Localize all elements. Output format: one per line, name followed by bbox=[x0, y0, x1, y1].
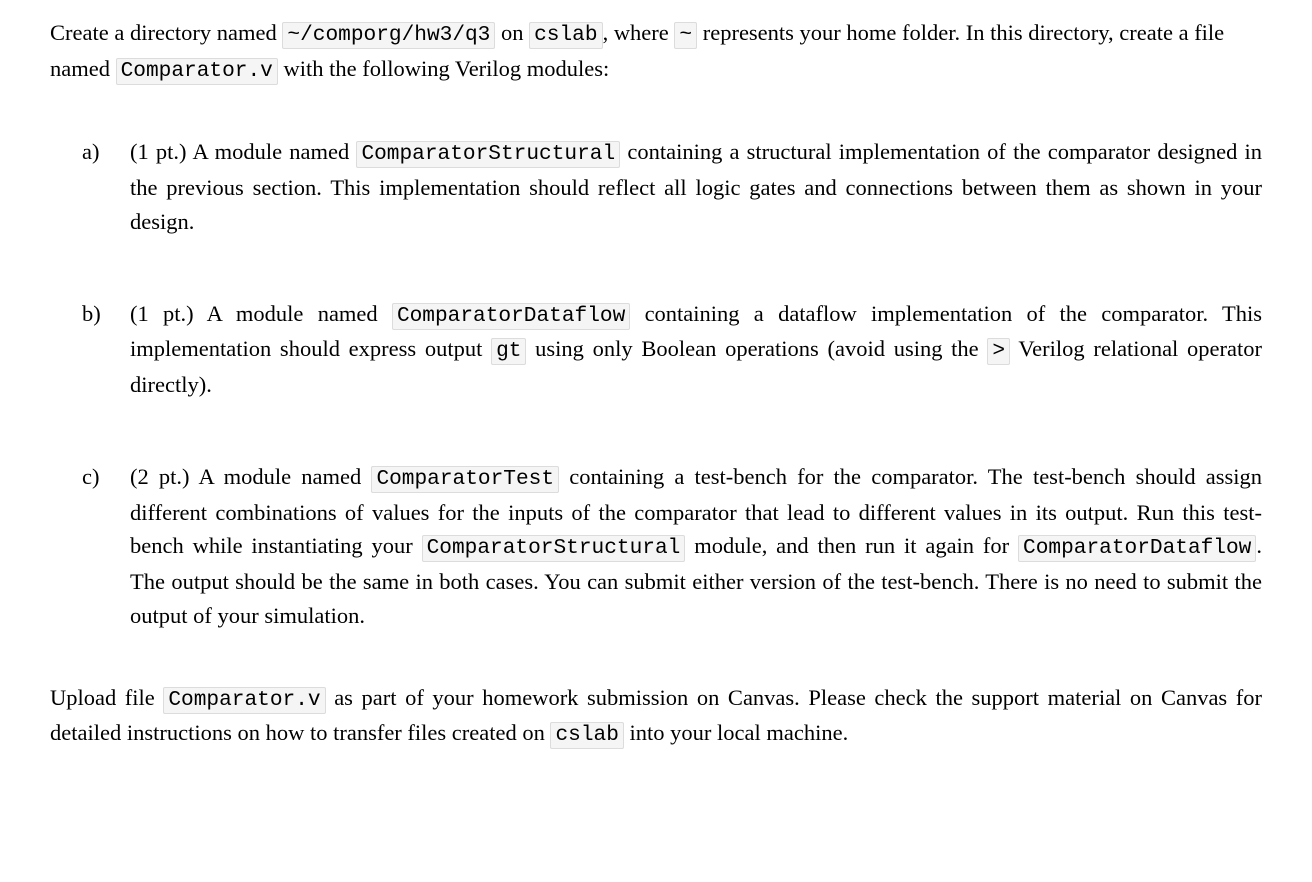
item-c: c) (2 pt.) A module named ComparatorTest… bbox=[130, 460, 1262, 633]
code-module-name: ComparatorDataflow bbox=[392, 303, 630, 330]
question-list: a) (1 pt.) A module named ComparatorStru… bbox=[50, 135, 1262, 632]
code-host: cslab bbox=[529, 22, 602, 49]
text: Create a directory named bbox=[50, 20, 282, 45]
intro-paragraph: Create a directory named ~/comporg/hw3/q… bbox=[50, 16, 1262, 87]
code-module-name: ComparatorStructural bbox=[422, 535, 686, 562]
text: with the following Verilog modules: bbox=[278, 56, 609, 81]
code-host: cslab bbox=[550, 722, 623, 749]
text: (2 pt.) A module named bbox=[130, 464, 371, 489]
code-signal-name: gt bbox=[491, 338, 526, 365]
code-filename: Comparator.v bbox=[116, 58, 278, 85]
code-module-name: ComparatorStructural bbox=[356, 141, 620, 168]
text: , where bbox=[603, 20, 675, 45]
item-marker: b) bbox=[82, 297, 101, 331]
item-a: a) (1 pt.) A module named ComparatorStru… bbox=[130, 135, 1262, 238]
item-b: b) (1 pt.) A module named ComparatorData… bbox=[130, 297, 1262, 402]
closing-paragraph: Upload file Comparator.v as part of your… bbox=[50, 681, 1262, 752]
item-marker: c) bbox=[82, 460, 99, 494]
code-tilde: ~ bbox=[674, 22, 697, 49]
text: module, and then run it again for bbox=[685, 533, 1018, 558]
code-module-name: ComparatorTest bbox=[371, 466, 559, 493]
text: Upload file bbox=[50, 685, 163, 710]
text: on bbox=[495, 20, 529, 45]
item-marker: a) bbox=[82, 135, 99, 169]
text: into your local machine. bbox=[624, 720, 848, 745]
text: (1 pt.) A module named bbox=[130, 301, 392, 326]
code-operator: > bbox=[987, 338, 1010, 365]
text: using only Boolean operations (avoid usi… bbox=[526, 336, 987, 361]
text: (1 pt.) A module named bbox=[130, 139, 356, 164]
code-path: ~/comporg/hw3/q3 bbox=[282, 22, 495, 49]
code-module-name: ComparatorDataflow bbox=[1018, 535, 1256, 562]
code-filename: Comparator.v bbox=[163, 687, 325, 714]
